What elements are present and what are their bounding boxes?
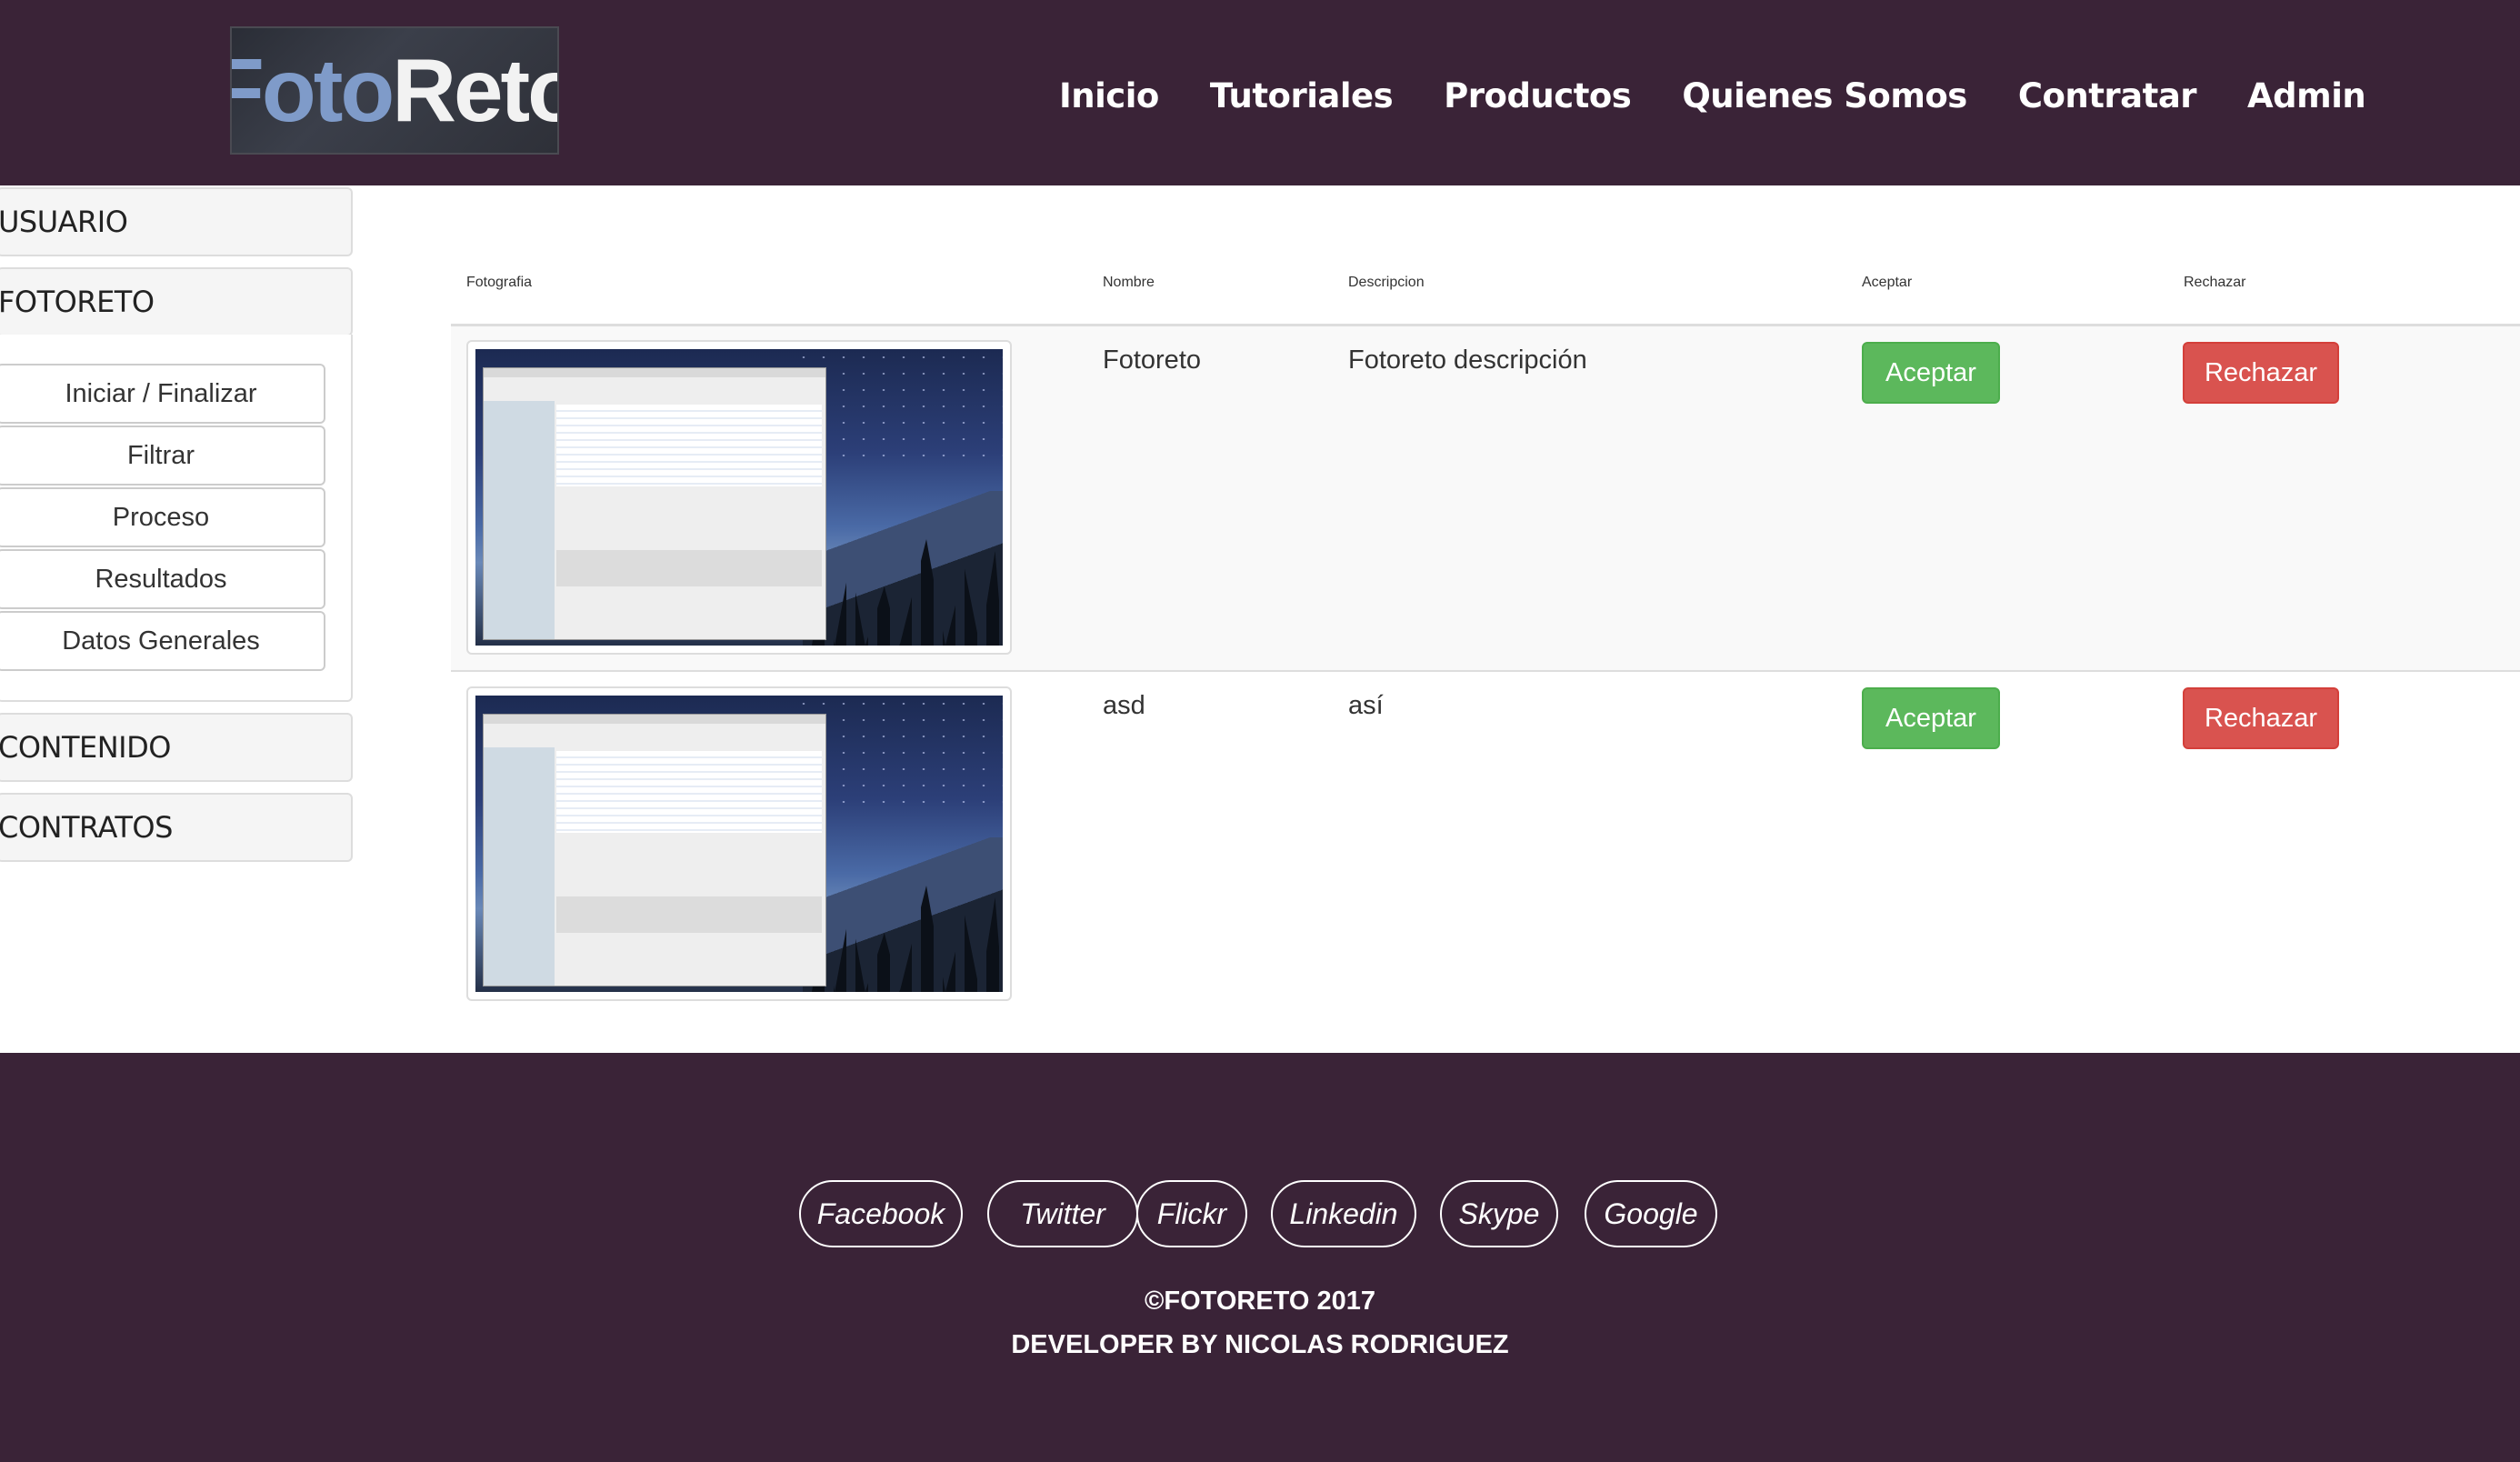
row-descripcion: Fotoreto descripción [1348, 345, 1587, 375]
sidebar-section-contratos[interactable]: CONTRATOS [0, 793, 353, 862]
col-header-descripcion: Descripcion [1348, 275, 1425, 290]
developer-credit: DEVELOPER BY NICOLAS RODRIGUEZ [1011, 1330, 1509, 1359]
sidebar-section-fotoreto[interactable]: FOTORETO [0, 267, 353, 336]
rechazar-button[interactable]: Rechazar [2183, 687, 2339, 749]
copyright-text: ©FOTORETO 2017 [1145, 1287, 1375, 1316]
photo-thumbnail[interactable] [466, 686, 1012, 1001]
col-header-nombre: Nombre [1103, 275, 1155, 290]
resultados-button[interactable]: Resultados [0, 549, 325, 609]
flickr-link[interactable]: Flickr [1136, 1180, 1247, 1247]
col-header-fotografia: Fotografia [466, 275, 533, 290]
aceptar-button[interactable]: Aceptar [1862, 342, 2000, 404]
main-nav: Inicio Tutoriales Productos Quienes Somo… [1059, 64, 2416, 127]
site-footer [0, 1053, 2520, 1462]
screenshot-image [475, 349, 1003, 646]
sidebar-section-usuario[interactable]: USUARIO [0, 187, 353, 256]
datos-generales-button[interactable]: Datos Generales [0, 611, 325, 671]
aceptar-button[interactable]: Aceptar [1862, 687, 2000, 749]
iniciar-finalizar-button[interactable]: Iniciar / Finalizar [0, 364, 325, 424]
filtrar-button[interactable]: Filtrar [0, 426, 325, 486]
logo-text-reto: Reto [392, 40, 557, 140]
col-header-aceptar: Aceptar [1862, 275, 1913, 290]
sidebar-section-contenido[interactable]: CONTENIDO [0, 713, 353, 782]
nav-productos[interactable]: Productos [1444, 76, 1632, 115]
row-divider [451, 670, 2520, 672]
nav-quienes-somos[interactable]: Quienes Somos [1682, 76, 1967, 115]
row-nombre: asd [1103, 691, 1145, 720]
screenshot-image [475, 696, 1003, 992]
photo-thumbnail[interactable] [466, 340, 1012, 655]
nav-admin[interactable]: Admin [2247, 76, 2366, 115]
col-header-rechazar: Rechazar [2184, 275, 2246, 290]
site-header: FotoReto Inicio Tutoriales Productos Qui… [0, 0, 2520, 185]
row-descripcion: así [1348, 691, 1384, 720]
nav-inicio[interactable]: Inicio [1059, 76, 1159, 115]
rechazar-button[interactable]: Rechazar [2183, 342, 2339, 404]
nav-tutoriales[interactable]: Tutoriales [1210, 76, 1394, 115]
fotoreto-logo[interactable]: FotoReto [230, 26, 559, 155]
skype-link[interactable]: Skype [1440, 1180, 1558, 1247]
nav-contratar[interactable]: Contratar [2018, 76, 2197, 115]
google-link[interactable]: Google [1585, 1180, 1717, 1247]
facebook-link[interactable]: Facebook [799, 1180, 963, 1247]
linkedin-link[interactable]: Linkedin [1271, 1180, 1416, 1247]
row-nombre: Fotoreto [1103, 345, 1201, 375]
logo-text-foto: Foto [232, 40, 395, 140]
twitter-link[interactable]: Twitter [987, 1180, 1138, 1247]
proceso-button[interactable]: Proceso [0, 487, 325, 547]
